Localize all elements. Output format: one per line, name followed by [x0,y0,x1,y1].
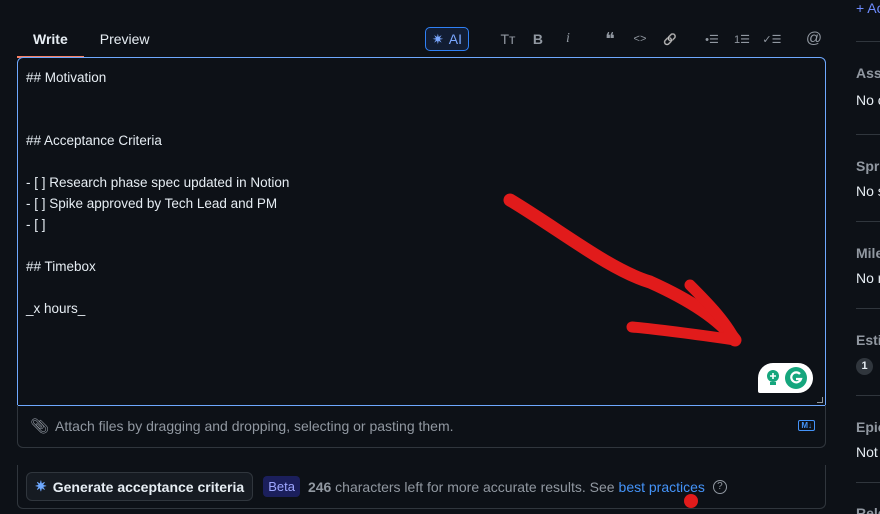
divider [856,41,880,42]
divider [856,308,880,309]
milestone-value: No r [856,270,880,286]
generate-acceptance-criteria-button[interactable]: ✷ Generate acceptance criteria [26,472,254,501]
sparkle-icon: ✷ [35,478,47,494]
epic-label[interactable]: Epic [856,419,880,435]
divider [856,482,880,483]
release-label[interactable]: Rele [856,505,880,514]
paperclip-icon: 📎︎ [30,418,50,435]
add-link[interactable]: + Ac [856,0,880,16]
issue-sidebar: + Ac Ass No c Spr No s Mile No r Esti 1 … [856,0,880,514]
beta-badge: Beta [263,476,300,497]
generate-button-label: Generate acceptance criteria [52,478,245,495]
characters-left-text: characters left for more accurate result… [331,478,615,495]
divider [856,134,880,135]
acceptance-criteria-generator: ✷ Generate acceptance criteria Beta 246 c… [17,465,826,509]
best-practices-link[interactable]: best practices [619,479,705,495]
markdown-icon[interactable]: M↓ [798,420,815,431]
characters-left-count: 246 [307,478,332,495]
help-icon[interactable]: ? [712,479,727,494]
sprint-value: No s [856,183,880,199]
assignees-value: No c [856,92,880,108]
milestone-label[interactable]: Mile [856,245,880,261]
assignees-label[interactable]: Ass [856,65,880,81]
divider [856,221,880,222]
attach-files-text: Attach files by dragging and dropping, s… [55,418,454,434]
red-dot-annotation [684,494,698,508]
estimate-label[interactable]: Esti [856,332,880,348]
estimate-value: 1 [856,358,873,375]
attach-files-bar[interactable]: 📎︎ Attach files by dragging and dropping… [17,405,826,448]
epic-value: Not [856,444,878,460]
divider [856,395,880,396]
sprint-label[interactable]: Spr [856,158,879,174]
